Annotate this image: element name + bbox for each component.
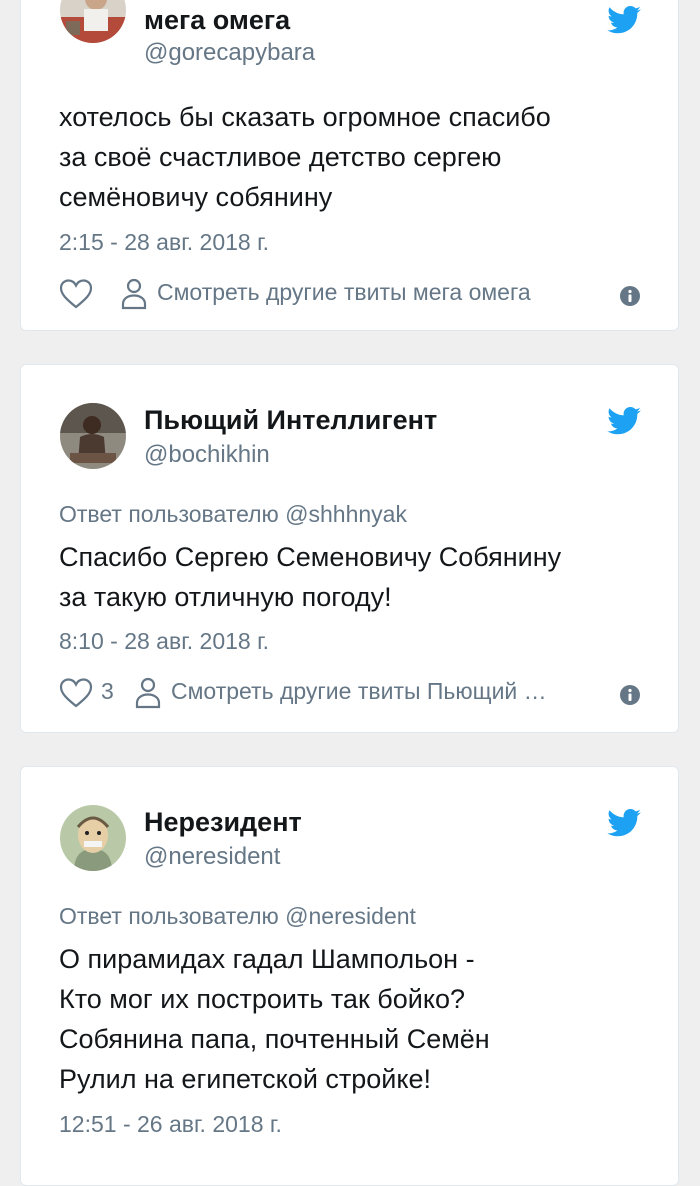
heart-icon[interactable]: [59, 278, 93, 310]
more-tweets-link[interactable]: Смотреть другие твиты Пьющий …: [171, 678, 611, 705]
tweet-text: хотелось бы сказать огромное спасибо за …: [59, 102, 551, 212]
person-icon: [135, 677, 161, 709]
heart-icon[interactable]: [59, 677, 93, 709]
tweet-author-name[interactable]: Пьющий Интеллигент: [144, 405, 437, 436]
tweet-author-handle[interactable]: @gorecapybara: [144, 39, 315, 67]
tweet-author-handle[interactable]: @bochikhin: [144, 441, 270, 469]
tweet-text: Спасибо Сергею Семеновичу Собянину за та…: [59, 542, 562, 612]
like-count: 3: [101, 678, 114, 704]
twitter-bird-icon[interactable]: [607, 407, 641, 435]
info-icon[interactable]: [620, 685, 640, 705]
reply-to-label[interactable]: Ответ пользователю @shhhnyak: [59, 501, 407, 528]
tweet-actions: 3 Смотреть другие твиты Пьющий …: [59, 675, 640, 711]
tweet-card: мега омега @gorecapybara хотелось бы ска…: [20, 0, 679, 331]
tweet-timestamp[interactable]: 12:51 - 26 авг. 2018 г.: [59, 1111, 282, 1138]
reply-to-label[interactable]: Ответ пользователю @neresident: [59, 903, 416, 930]
tweet-author-handle[interactable]: @neresident: [144, 843, 280, 871]
avatar[interactable]: [60, 805, 126, 871]
tweet-timestamp[interactable]: 2:15 - 28 авг. 2018 г.: [59, 229, 269, 256]
avatar[interactable]: [60, 0, 126, 43]
tweet-actions: Смотреть другие твиты мега омега: [59, 276, 640, 312]
twitter-bird-icon[interactable]: [607, 809, 641, 837]
more-tweets-link[interactable]: Смотреть другие твиты мега омега: [157, 279, 607, 306]
person-icon: [121, 278, 147, 310]
tweet-timestamp[interactable]: 8:10 - 28 авг. 2018 г.: [59, 628, 269, 655]
tweet-card: Нерезидент @neresident Ответ пользовател…: [20, 766, 679, 1186]
avatar[interactable]: [60, 403, 126, 469]
info-icon[interactable]: [620, 286, 640, 306]
tweet-text: О пирамидах гадал Шампольон - Кто мог их…: [59, 944, 490, 1094]
tweet-card: Пьющий Интеллигент @bochikhin Ответ поль…: [20, 364, 679, 733]
twitter-bird-icon[interactable]: [607, 6, 641, 34]
tweet-author-name[interactable]: мега омега: [144, 5, 290, 36]
tweet-author-name[interactable]: Нерезидент: [144, 807, 302, 838]
